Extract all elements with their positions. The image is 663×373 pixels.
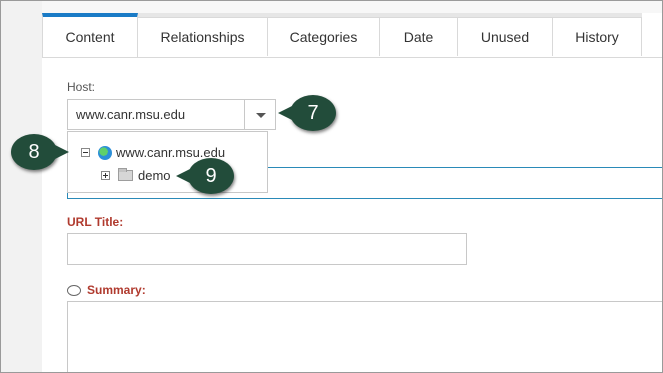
tree-item-demo-label: demo	[138, 168, 171, 183]
summary-textarea[interactable]	[67, 301, 662, 372]
tab-content[interactable]: Content	[42, 13, 138, 57]
expand-icon[interactable]	[101, 171, 110, 180]
folder-icon	[118, 168, 133, 181]
tab-categories[interactable]: Categories	[267, 17, 380, 56]
callout-9: 9	[176, 158, 234, 194]
comment-icon	[67, 284, 81, 296]
content-panel: Content Relationships Categories Date Un…	[42, 13, 662, 372]
tab-date[interactable]: Date	[379, 17, 458, 56]
url-title-input[interactable]	[67, 233, 467, 265]
caret-down-icon	[256, 113, 266, 118]
host-tree-dropdown: www.canr.msu.edu demo	[67, 131, 268, 193]
summary-label: Summary:	[87, 283, 146, 297]
tab-bar: Content Relationships Categories Date Un…	[42, 13, 662, 58]
tree-item-demo[interactable]: demo	[101, 168, 171, 183]
globe-icon	[98, 145, 112, 160]
callout-8: 8	[11, 134, 69, 170]
left-gutter	[1, 1, 43, 372]
summary-label-row: Summary:	[67, 283, 146, 297]
host-dropdown-button[interactable]	[244, 99, 276, 130]
tab-history[interactable]: History	[552, 17, 642, 56]
tab-unused[interactable]: Unused	[457, 17, 553, 56]
collapse-icon[interactable]	[81, 148, 90, 157]
tab-relationships[interactable]: Relationships	[137, 17, 268, 56]
host-label: Host:	[67, 80, 96, 94]
url-title-label: URL Title:	[67, 215, 124, 229]
callout-7: 7	[278, 95, 336, 131]
top-strip	[42, 1, 662, 13]
window-frame: Content Relationships Categories Date Un…	[0, 0, 663, 373]
